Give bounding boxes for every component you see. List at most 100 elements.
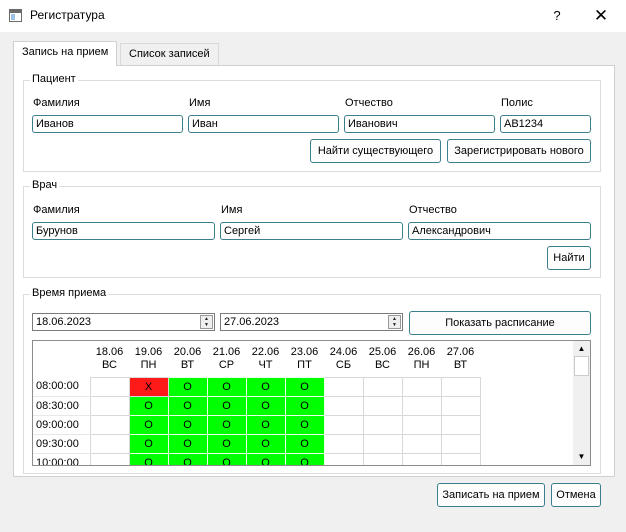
slot-empty[interactable] [89, 395, 130, 416]
slot-free[interactable]: O [245, 433, 286, 454]
schedule-row: 09:30:00 O O O O O [33, 433, 481, 454]
schedule-body: 08:00:00 X O O O O 08:30:00 O O O O O 09:00:00 O O O O O 0… [33, 376, 481, 465]
patient-middle-name-field[interactable] [344, 115, 495, 133]
patient-policy-field[interactable] [500, 115, 591, 133]
slot-free[interactable]: O [206, 376, 247, 397]
day-header[interactable]: 20.06 ВТ [168, 341, 207, 377]
slot-empty[interactable] [323, 395, 364, 416]
slot-empty[interactable] [362, 414, 403, 435]
slot-free[interactable]: O [284, 414, 325, 435]
day-header[interactable]: 21.06 СР [207, 341, 246, 377]
book-appointment-button[interactable]: Записать на прием [437, 483, 545, 507]
scroll-down-icon[interactable]: ▼ [573, 451, 590, 463]
slot-empty[interactable] [89, 376, 130, 397]
slot-empty[interactable] [440, 433, 481, 454]
slot-free[interactable]: O [128, 395, 169, 416]
cancel-button[interactable]: Отмена [551, 483, 601, 507]
slot-free[interactable]: O [167, 395, 208, 416]
date-from-spinner[interactable]: ▲ ▼ [200, 315, 213, 329]
slot-empty[interactable] [401, 433, 442, 454]
tab-appointment[interactable]: Запись на прием [13, 41, 118, 66]
close-icon[interactable]: ✕ [590, 6, 612, 26]
slot-empty[interactable] [362, 433, 403, 454]
slot-empty[interactable] [401, 376, 442, 397]
slot-free[interactable]: O [128, 452, 169, 465]
slot-free[interactable]: O [167, 414, 208, 435]
schedule-row: 08:00:00 X O O O O [33, 376, 481, 397]
doctor-last-name-field[interactable] [32, 222, 215, 240]
scroll-thumb[interactable] [574, 356, 589, 376]
schedule-scrollbar[interactable]: ▲ ▼ [573, 341, 590, 465]
slot-free[interactable]: O [128, 414, 169, 435]
help-button[interactable]: ? [547, 6, 567, 26]
slot-empty[interactable] [440, 414, 481, 435]
slot-empty[interactable] [323, 376, 364, 397]
slot-free[interactable]: O [206, 414, 247, 435]
slot-free[interactable]: O [284, 452, 325, 465]
slot-empty[interactable] [89, 414, 130, 435]
slot-free[interactable]: O [206, 395, 247, 416]
date-to-value: 27.06.2023 [224, 316, 280, 328]
slot-free[interactable]: O [206, 452, 247, 465]
slot-booked[interactable]: X [128, 376, 169, 397]
slot-free[interactable]: O [245, 452, 286, 465]
slot-empty[interactable] [362, 452, 403, 465]
slot-free[interactable]: O [245, 395, 286, 416]
find-doctor-button[interactable]: Найти [547, 246, 591, 270]
patient-first-name-label: Имя [189, 97, 211, 109]
schedule-header-row: 18.06 ВС 19.06 ПН 20.06 ВТ 21.06 СР 22.06 ЧТ … [33, 341, 480, 377]
slot-free[interactable]: O [245, 376, 286, 397]
slot-empty[interactable] [362, 376, 403, 397]
tab-records-list[interactable]: Список записей [120, 43, 219, 65]
find-existing-patient-button[interactable]: Найти существующего [310, 139, 441, 163]
doctor-middle-name-field[interactable] [408, 222, 591, 240]
day-header[interactable]: 24.06 СБ [324, 341, 363, 377]
doctor-first-name-field[interactable] [220, 222, 403, 240]
day-header[interactable]: 27.06 ВТ [441, 341, 480, 377]
day-header[interactable]: 23.06 ПТ [285, 341, 324, 377]
slot-free[interactable]: O [167, 433, 208, 454]
day-header[interactable]: 19.06 ПН [129, 341, 168, 377]
spin-down-icon[interactable]: ▼ [201, 322, 212, 328]
spin-down-icon[interactable]: ▼ [389, 322, 400, 328]
schedule-group-title: Время приема [30, 287, 109, 299]
slot-empty[interactable] [89, 433, 130, 454]
patient-first-name-field[interactable] [188, 115, 339, 133]
date-from-field[interactable]: 18.06.2023 ▲ ▼ [32, 313, 215, 331]
day-header[interactable]: 26.06 ПН [402, 341, 441, 377]
date-to-spinner[interactable]: ▲ ▼ [388, 315, 401, 329]
time-slot-label: 10:00:00 [33, 453, 90, 465]
slot-empty[interactable] [323, 414, 364, 435]
day-header[interactable]: 25.06 ВС [363, 341, 402, 377]
patient-last-name-label: Фамилия [33, 97, 80, 109]
slot-free[interactable]: O [167, 376, 208, 397]
day-header[interactable]: 22.06 ЧТ [246, 341, 285, 377]
doctor-middle-name-label: Отчество [409, 204, 457, 216]
slot-empty[interactable] [89, 452, 130, 465]
slot-empty[interactable] [440, 395, 481, 416]
patient-last-name-field[interactable] [32, 115, 183, 133]
slot-empty[interactable] [323, 433, 364, 454]
slot-free[interactable]: O [245, 414, 286, 435]
schedule-grid: 18.06 ВС 19.06 ПН 20.06 ВТ 21.06 СР 22.06 ЧТ … [33, 341, 481, 465]
date-to-field[interactable]: 27.06.2023 ▲ ▼ [220, 313, 403, 331]
slot-empty[interactable] [323, 452, 364, 465]
slot-free[interactable]: O [206, 433, 247, 454]
slot-empty[interactable] [401, 395, 442, 416]
schedule-table[interactable]: 18.06 ВС 19.06 ПН 20.06 ВТ 21.06 СР 22.06 ЧТ … [32, 340, 591, 466]
slot-empty[interactable] [440, 376, 481, 397]
slot-free[interactable]: O [284, 433, 325, 454]
slot-free[interactable]: O [284, 376, 325, 397]
slot-free[interactable]: O [167, 452, 208, 465]
show-schedule-button[interactable]: Показать расписание [409, 311, 591, 335]
slot-free[interactable]: O [284, 395, 325, 416]
day-header[interactable]: 18.06 ВС [90, 341, 129, 377]
doctor-first-name-label: Имя [221, 204, 243, 216]
slot-empty[interactable] [440, 452, 481, 465]
register-new-patient-button[interactable]: Зарегистрировать нового [447, 139, 591, 163]
slot-free[interactable]: O [128, 433, 169, 454]
slot-empty[interactable] [401, 414, 442, 435]
scroll-up-icon[interactable]: ▲ [573, 343, 590, 355]
slot-empty[interactable] [401, 452, 442, 465]
slot-empty[interactable] [362, 395, 403, 416]
